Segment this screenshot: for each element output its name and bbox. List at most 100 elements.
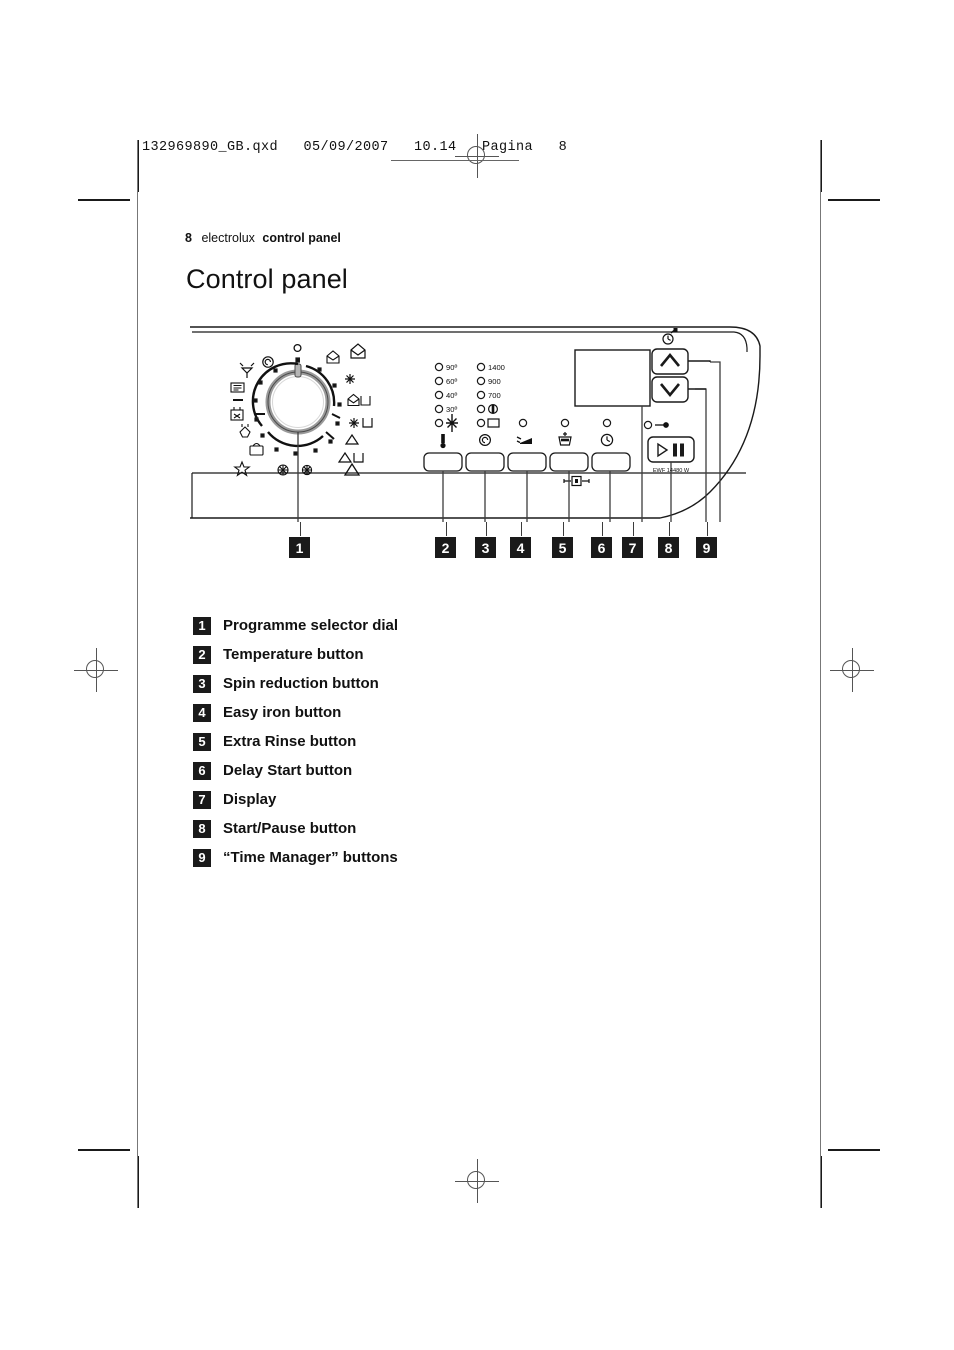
led-label-temp-90: 90º	[446, 363, 457, 372]
led-label-spin-700: 700	[488, 391, 501, 400]
easy-iron-button	[507, 452, 547, 472]
spin-spiral-icon	[479, 433, 492, 446]
registration-mark-left	[74, 648, 118, 692]
registration-mark-bottom	[455, 1159, 499, 1203]
rinse-hold-icon	[488, 403, 499, 414]
model-label: EWF 14480 W	[653, 468, 690, 474]
legend-label-1: Programme selector dial	[223, 617, 399, 634]
easy-iron-icon	[516, 436, 532, 444]
spin-reduction-button	[465, 452, 505, 472]
legend-number-4: 4	[193, 703, 211, 722]
start-pause-button	[647, 436, 695, 463]
legend-item-4: 4 Easy iron button	[193, 698, 713, 727]
callout-leader-8	[669, 522, 670, 536]
legend-number-9: 9	[193, 848, 211, 867]
legend-list: 1 Programme selector dial 2 Temperature …	[193, 611, 713, 872]
led-spin-rinsehold	[476, 404, 486, 414]
delay-start-button	[591, 452, 631, 472]
dial-symbol-cotton-prewash	[347, 393, 371, 407]
leader-in-9	[710, 361, 721, 522]
play-icon	[657, 442, 669, 458]
dial-symbol-cotton-heavy	[350, 343, 366, 359]
legend-number-2: 2	[193, 645, 211, 664]
led-spin-700	[476, 390, 486, 400]
legend-number-5: 5	[193, 732, 211, 751]
pause-icon-bar-left	[673, 443, 677, 457]
crop-mark-bottom-left-h	[78, 1149, 130, 1151]
callout-leader-4	[521, 522, 522, 536]
legend-number-1: 1	[193, 616, 211, 635]
door-locked-icon	[655, 422, 669, 428]
legend-number-6: 6	[193, 761, 211, 780]
running-head: 8 electrolux control panel	[185, 231, 341, 245]
display-screen	[574, 349, 651, 407]
legend-number-7: 7	[193, 790, 211, 809]
callout-leader-7	[633, 522, 634, 536]
callout-7: 7	[622, 537, 643, 558]
callout-leader-5	[563, 522, 564, 536]
legend-label-4: Easy iron button	[223, 704, 342, 721]
dial-symbol-handwash	[239, 424, 251, 438]
dial-symbol-o	[293, 343, 302, 353]
no-spin-icon	[487, 418, 500, 428]
chevron-down-icon	[659, 383, 681, 398]
dial-symbol-cotton	[326, 350, 340, 364]
callout-4: 4	[510, 537, 531, 558]
legend-label-3: Spin reduction button	[223, 675, 379, 692]
callout-6: 6	[591, 537, 612, 558]
legend-item-7: 7 Display	[193, 785, 713, 814]
crop-mark-top-right-h	[828, 199, 880, 201]
pause-icon-bar-right	[680, 443, 684, 457]
dial-symbol-delicate-a	[277, 464, 289, 476]
chevron-up-icon	[659, 352, 681, 367]
led-label-temp-40: 40º	[446, 391, 457, 400]
page-title: Control panel	[186, 264, 348, 294]
dial-symbol-synthetics-prewash	[349, 418, 373, 428]
dial-symbol-rinse	[230, 382, 245, 393]
callout-leader-9	[707, 522, 708, 536]
programme-selector-dial	[230, 343, 373, 477]
dial-symbol-synthetics	[345, 374, 355, 384]
dial-symbol-delicates	[344, 433, 360, 445]
legend-item-3: 3 Spin reduction button	[193, 669, 713, 698]
extra-rinse-button	[549, 452, 589, 472]
legend-label-2: Temperature button	[223, 646, 364, 663]
control-panel-diagram: EWF 14480 W 90º 60º 40º 30º 1400 900 700	[190, 322, 770, 522]
dial-symbol-spin	[262, 356, 274, 368]
legend-number-8: 8	[193, 819, 211, 838]
legend-label-5: Extra Rinse button	[223, 733, 357, 750]
callout-3: 3	[475, 537, 496, 558]
trim-line-right	[820, 140, 821, 1208]
file-header-text: 132969890_GB.qxd 05/09/2007 10.14 Pagina…	[142, 140, 568, 155]
legend-item-9: 9 “Time Manager” buttons	[193, 843, 713, 872]
legend-label-7: Display	[223, 791, 277, 808]
trim-line-left	[137, 140, 138, 1208]
dial-symbol-wool	[249, 442, 264, 456]
page-number: 8	[185, 231, 192, 245]
callout-leader-3	[486, 522, 487, 536]
brand-name: electrolux	[201, 231, 255, 245]
callout-8: 8	[658, 537, 679, 558]
thermometer-icon	[440, 434, 446, 449]
callout-leader-1	[300, 522, 301, 536]
callout-1: 1	[289, 537, 310, 558]
extra-rinse-icon	[558, 432, 572, 446]
running-head-section: control panel	[262, 231, 341, 245]
led-label-temp-30: 30º	[446, 405, 457, 414]
led-spin-nospin	[476, 418, 486, 428]
legend-item-5: 5 Extra Rinse button	[193, 727, 713, 756]
led-easy-iron	[518, 418, 528, 428]
led-extra-rinse	[560, 418, 570, 428]
leader-in-9b	[695, 388, 707, 522]
led-temp-40	[434, 390, 444, 400]
cold-wash-icon	[446, 414, 458, 432]
led-spin-900	[476, 376, 486, 386]
crop-mark-top-left-h	[78, 199, 130, 201]
dial-symbol-drain	[239, 362, 255, 378]
legend-item-1: 1 Programme selector dial	[193, 611, 713, 640]
led-temp-30	[434, 404, 444, 414]
dial-symbol-pumpout	[230, 407, 244, 421]
callout-5: 5	[552, 537, 573, 558]
led-label-temp-60: 60º	[446, 377, 457, 386]
legend-item-2: 2 Temperature button	[193, 640, 713, 669]
